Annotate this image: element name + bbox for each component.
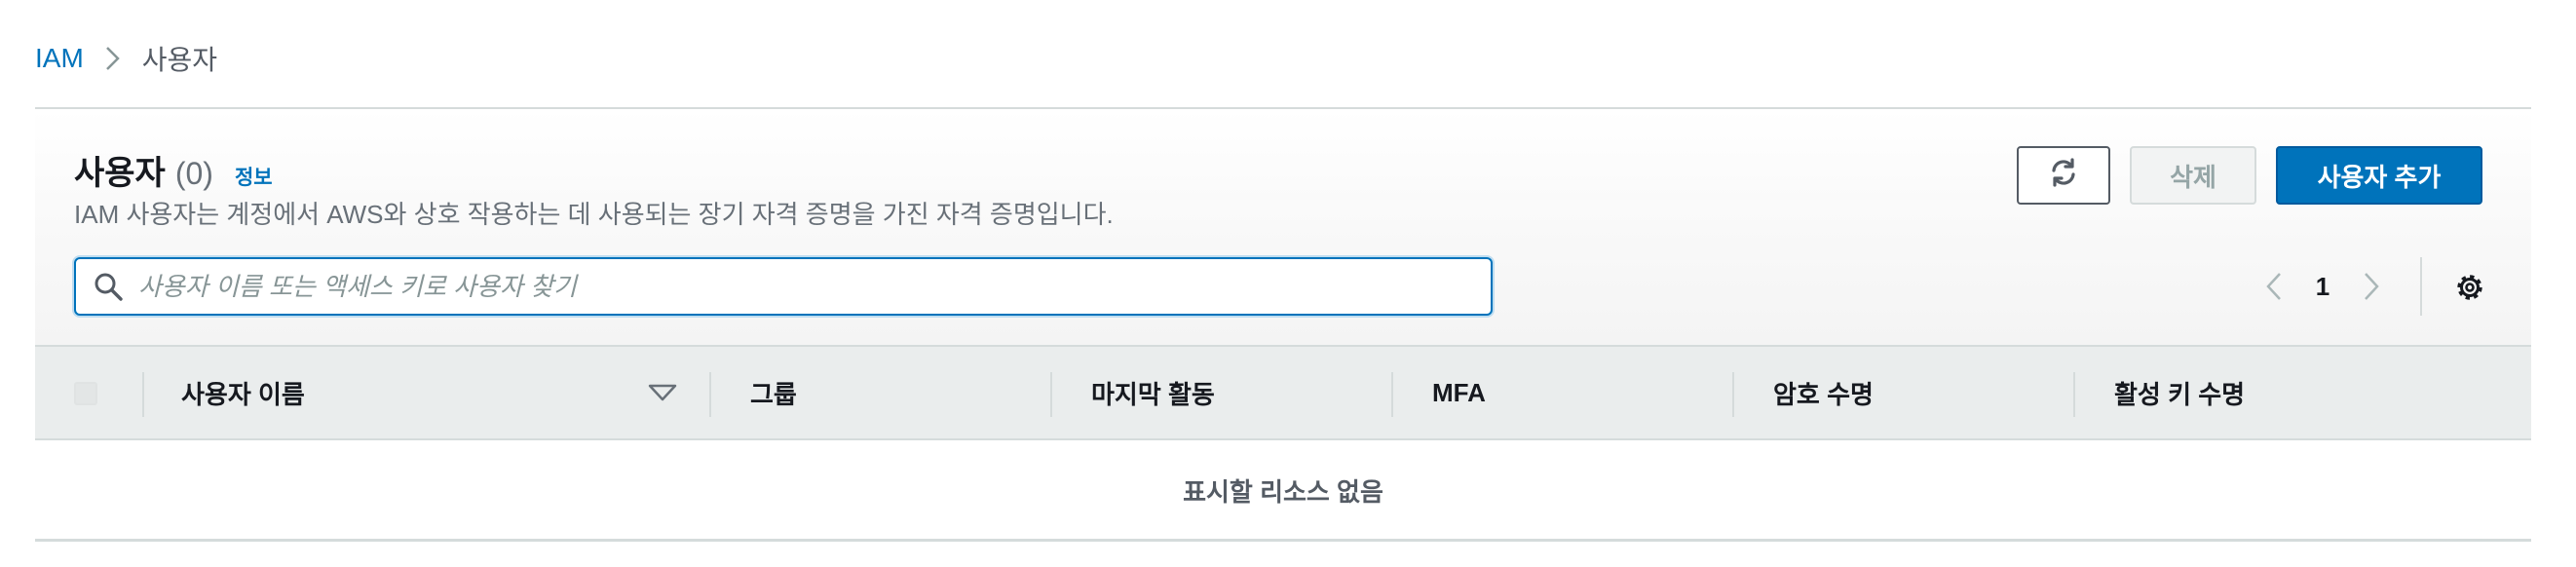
info-link[interactable]: 정보: [235, 162, 273, 191]
column-header-username[interactable]: 사용자 이름: [181, 347, 305, 438]
column-header-mfa[interactable]: MFA: [1432, 347, 1486, 438]
chevron-left-icon: [2266, 273, 2281, 300]
refresh-icon: [2048, 157, 2079, 195]
column-divider: [2073, 372, 2075, 417]
search-box: [74, 257, 1493, 316]
users-table-container: 사용자 (0) 정보 IAM 사용자는 계정에서 AWS와 상호 작용하는 데 …: [35, 107, 2531, 542]
column-divider: [1050, 372, 1052, 417]
column-divider: [142, 372, 144, 417]
search-input[interactable]: [136, 270, 1446, 303]
page-title: 사용자: [74, 155, 166, 192]
pagination-divider: [2420, 257, 2422, 316]
previous-page-button[interactable]: [2254, 267, 2293, 306]
panel-title-row: 사용자 (0) 정보: [74, 146, 273, 194]
empty-state-message: 표시할 리소스 없음: [1183, 477, 1383, 507]
refresh-button[interactable]: [2017, 146, 2110, 205]
delete-button[interactable]: 삭제: [2130, 146, 2256, 205]
sort-descending-icon[interactable]: [647, 380, 678, 405]
breadcrumb-iam-link[interactable]: IAM: [35, 43, 84, 74]
column-divider: [1732, 372, 1734, 417]
column-divider: [1391, 372, 1393, 417]
pagination: 1: [2254, 257, 2391, 316]
column-header-password-age[interactable]: 암호 수명: [1773, 347, 1874, 438]
breadcrumb: IAM 사용자: [35, 39, 217, 78]
column-header-last-activity[interactable]: 마지막 활동: [1091, 347, 1215, 438]
user-count: (0): [174, 156, 213, 191]
column-header-active-key-age[interactable]: 활성 키 수명: [2114, 347, 2245, 438]
select-all-checkbox[interactable]: [74, 382, 97, 405]
current-page-number[interactable]: 1: [2293, 272, 2352, 302]
chevron-right-icon: [94, 45, 133, 72]
next-page-button[interactable]: [2352, 267, 2391, 306]
column-divider: [709, 372, 711, 417]
table-header-panel: 사용자 (0) 정보 IAM 사용자는 계정에서 AWS와 상호 작용하는 데 …: [35, 109, 2531, 345]
settings-gear-icon[interactable]: [2449, 267, 2490, 308]
search-icon: [92, 270, 125, 303]
add-user-button[interactable]: 사용자 추가: [2276, 146, 2482, 205]
panel-description: IAM 사용자는 계정에서 AWS와 상호 작용하는 데 사용되는 장기 자격 …: [74, 200, 1114, 229]
column-header-groups[interactable]: 그룹: [750, 347, 797, 438]
breadcrumb-current: 사용자: [141, 45, 218, 75]
chevron-right-icon: [2365, 273, 2379, 300]
table-column-headers: 사용자 이름 그룹 마지막 활동 MFA 암호 수명 활성 키 수명: [35, 345, 2531, 440]
